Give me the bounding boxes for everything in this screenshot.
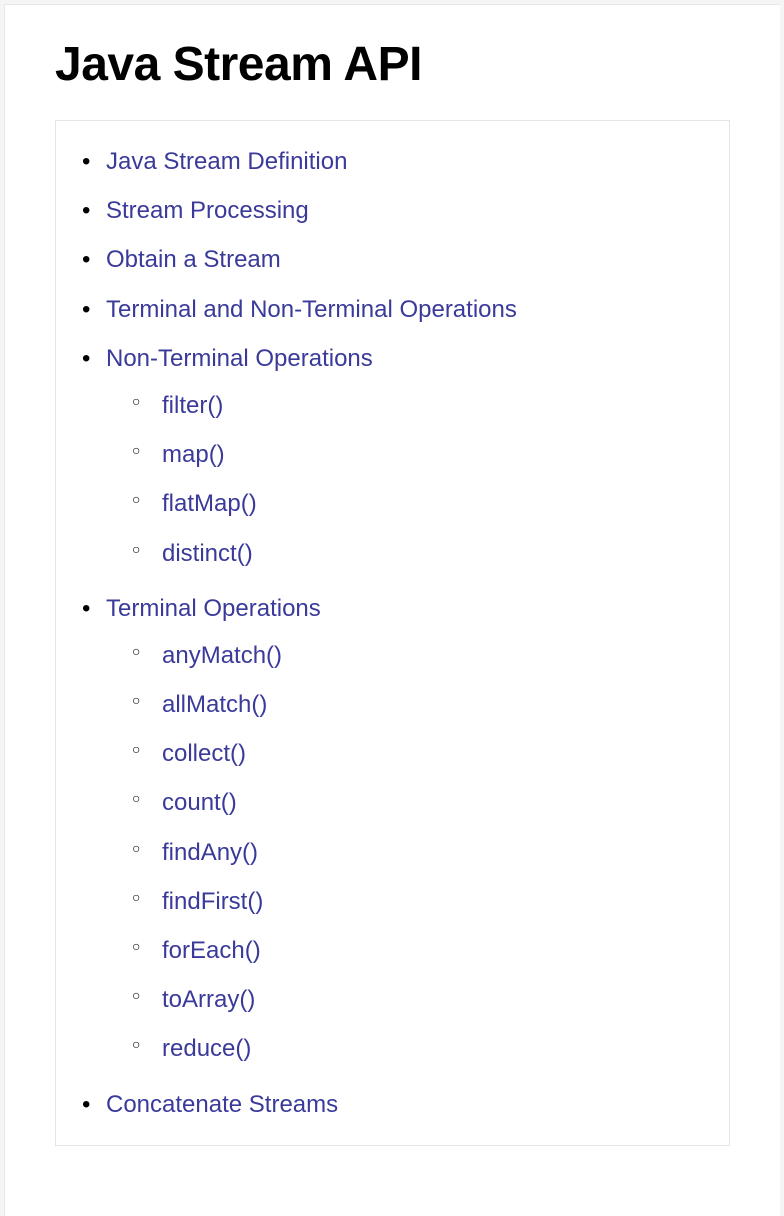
toc-sub-item: collect() <box>162 729 709 778</box>
toc-item: Terminal and Non-Terminal Operations <box>106 285 709 334</box>
toc-link-filter[interactable]: filter() <box>162 392 223 419</box>
toc-sub-item: forEach() <box>162 926 709 975</box>
toc-sub-item: findAny() <box>162 828 709 877</box>
toc-link-findany[interactable]: findAny() <box>162 839 258 866</box>
toc-link-findfirst[interactable]: findFirst() <box>162 888 263 915</box>
toc-item: Java Stream Definition <box>106 137 709 186</box>
toc-sub-item: distinct() <box>162 529 709 578</box>
toc-link-toarray[interactable]: toArray() <box>162 986 255 1013</box>
toc-link-anymatch[interactable]: anyMatch() <box>162 642 282 669</box>
toc-item: Concatenate Streams <box>106 1080 709 1129</box>
page-title: Java Stream API <box>55 37 730 92</box>
toc-link-foreach[interactable]: forEach() <box>162 937 261 964</box>
toc-sub-item: anyMatch() <box>162 631 709 680</box>
table-of-contents: Java Stream Definition Stream Processing… <box>55 120 730 1146</box>
toc-link-stream-processing[interactable]: Stream Processing <box>106 197 309 224</box>
toc-link-allmatch[interactable]: allMatch() <box>162 691 267 718</box>
toc-sub-item: allMatch() <box>162 680 709 729</box>
toc-link-concatenate-streams[interactable]: Concatenate Streams <box>106 1091 338 1118</box>
toc-list: Java Stream Definition Stream Processing… <box>76 137 709 1129</box>
toc-link-non-terminal-operations[interactable]: Non-Terminal Operations <box>106 345 373 372</box>
toc-link-count[interactable]: count() <box>162 789 237 816</box>
toc-link-collect[interactable]: collect() <box>162 740 246 767</box>
toc-sub-item: toArray() <box>162 975 709 1024</box>
toc-sub-item: flatMap() <box>162 479 709 528</box>
toc-sub-item: reduce() <box>162 1024 709 1073</box>
toc-sub-item: map() <box>162 430 709 479</box>
toc-link-obtain-a-stream[interactable]: Obtain a Stream <box>106 246 281 273</box>
toc-link-flatmap[interactable]: flatMap() <box>162 490 257 517</box>
toc-link-java-stream-definition[interactable]: Java Stream Definition <box>106 148 347 175</box>
toc-item: Obtain a Stream <box>106 235 709 284</box>
toc-link-distinct[interactable]: distinct() <box>162 540 253 567</box>
document-page: Java Stream API Java Stream Definition S… <box>4 4 780 1216</box>
toc-sub-item: findFirst() <box>162 877 709 926</box>
toc-item: Terminal Operations anyMatch() allMatch(… <box>106 584 709 1080</box>
toc-link-map[interactable]: map() <box>162 441 225 468</box>
toc-sublist: filter() map() flatMap() distinct() <box>106 381 709 578</box>
toc-item: Stream Processing <box>106 186 709 235</box>
toc-link-terminal-and-non-terminal-operations[interactable]: Terminal and Non-Terminal Operations <box>106 296 517 323</box>
toc-sublist: anyMatch() allMatch() collect() count() … <box>106 631 709 1074</box>
toc-sub-item: filter() <box>162 381 709 430</box>
toc-sub-item: count() <box>162 778 709 827</box>
toc-link-reduce[interactable]: reduce() <box>162 1035 251 1062</box>
toc-item: Non-Terminal Operations filter() map() f… <box>106 334 709 584</box>
toc-link-terminal-operations[interactable]: Terminal Operations <box>106 595 321 622</box>
